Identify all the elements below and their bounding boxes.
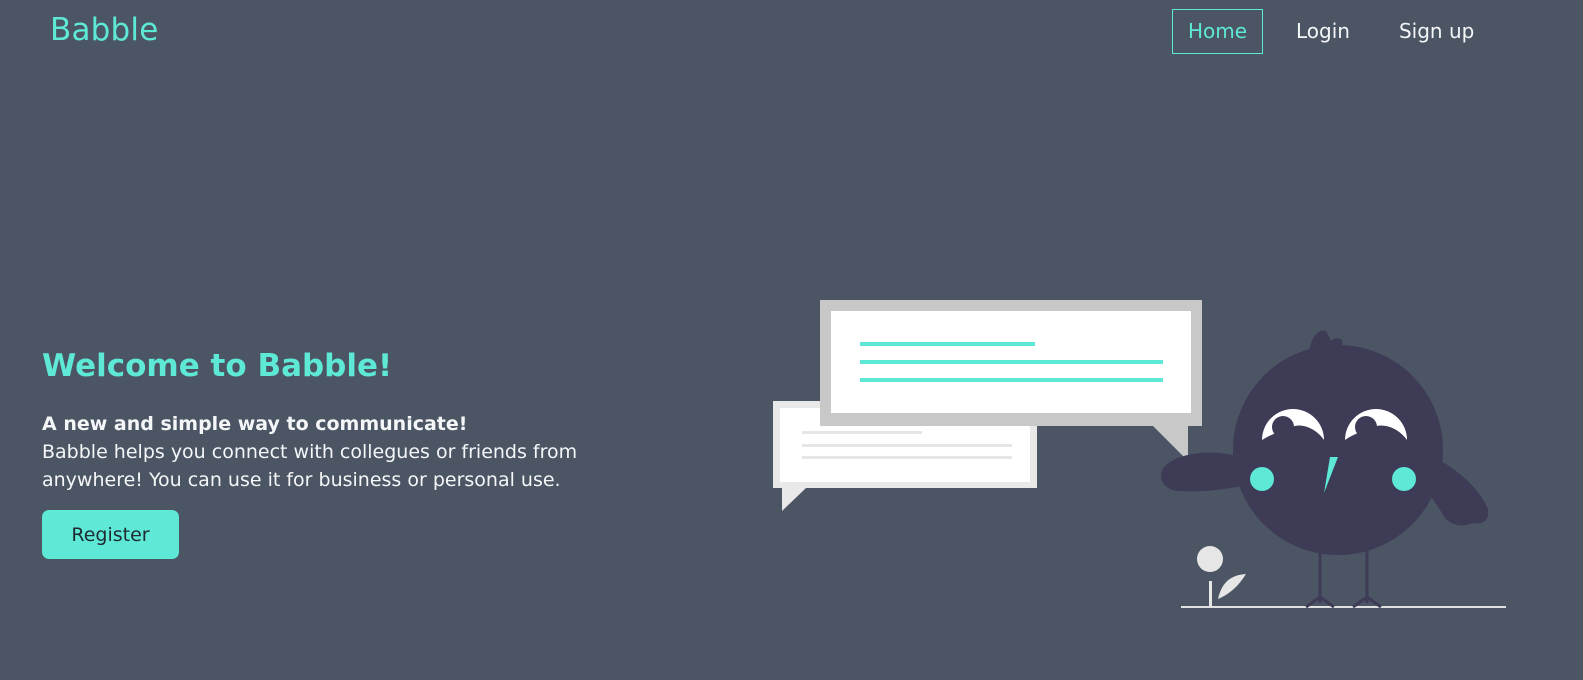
- landing-page: Babble Home Login Sign up Welcome to Bab…: [0, 0, 1583, 680]
- top-nav: Home Login Sign up: [1172, 9, 1490, 54]
- hero-body: A new and simple way to communicate! Bab…: [42, 410, 602, 494]
- nav-login-link[interactable]: Login: [1280, 9, 1366, 54]
- flower: [1197, 546, 1246, 607]
- hero-tagline: A new and simple way to communicate!: [42, 413, 468, 435]
- hero-description: Babble helps you connect with collegues …: [42, 441, 578, 491]
- brand-logo[interactable]: Babble: [50, 12, 159, 48]
- hero-title: Welcome to Babble!: [42, 348, 393, 384]
- bird-chat-illustration: [773, 300, 1506, 609]
- register-button[interactable]: Register: [42, 510, 179, 559]
- nav-home-link[interactable]: Home: [1172, 9, 1263, 54]
- nav-signup-link[interactable]: Sign up: [1383, 9, 1490, 54]
